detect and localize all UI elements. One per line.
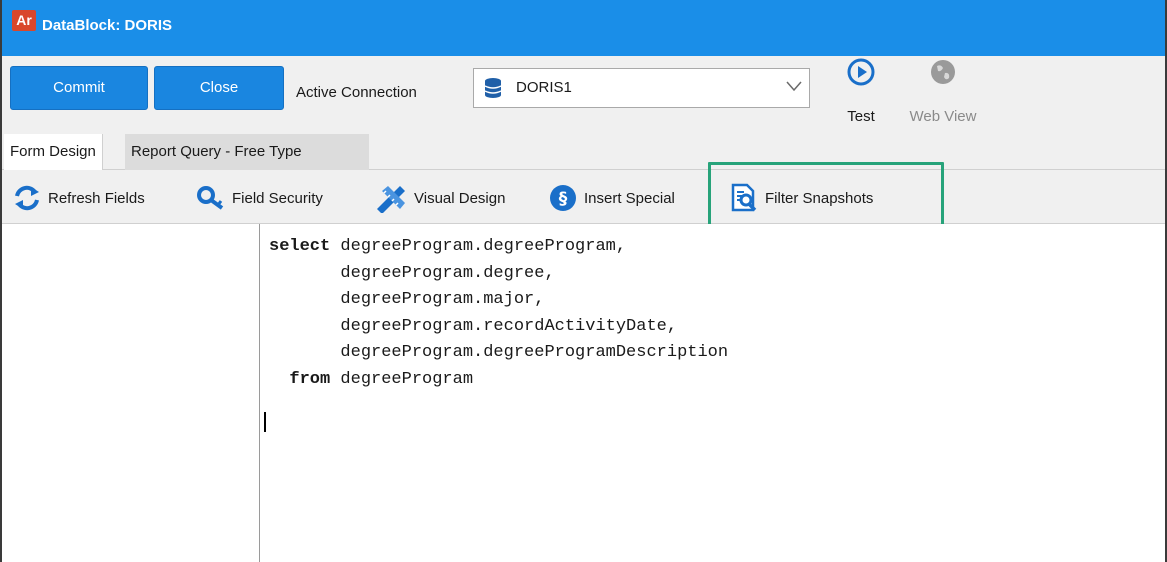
connection-value: DORIS1 [516,79,572,96]
title-bar: Ar DataBlock: DORIS [2,0,1165,56]
close-button[interactable]: Close [154,66,284,110]
code-line: degreeProgram.major, [269,290,545,309]
refresh-icon [15,185,39,211]
active-connection-label: Active Connection [296,84,417,101]
insert-special-label: Insert Special [584,189,675,207]
sql-code: select degreeProgram.degreeProgram, degr… [269,234,728,393]
text-caret [264,412,266,432]
chevron-down-icon [786,81,802,92]
database-icon [484,78,502,98]
code-line: degreeProgram.degreeProgramDescription [269,343,729,362]
tab-report-query-free-type[interactable]: Report Query - Free Type [125,134,369,170]
main-toolbar: Commit Close Active Connection DORIS1 Te… [2,56,1165,134]
insert-special-button[interactable]: § Insert Special [548,184,708,212]
window-title: DataBlock: DORIS [42,17,173,34]
tab-form-design[interactable]: Form Design [4,134,103,170]
design-tools-icon [377,186,405,213]
web-view-button[interactable]: Web View [908,58,978,130]
query-toolbar: Refresh Fields Field Security Visual Des… [2,170,1165,224]
tab-bar: Form Design Report Query - Free Type [2,134,1165,170]
play-circle-icon [847,58,875,86]
key-search-icon [197,186,224,210]
code-line: degreeProgram.degree, [269,263,555,283]
svg-text:§: § [559,189,568,209]
test-button[interactable]: Test [838,58,884,130]
section-sign-icon: § [550,185,576,211]
app-logo: Ar [12,10,36,31]
code-line: select degreeProgram.degreeProgram, [269,237,627,256]
content-area: select degreeProgram.degreeProgram, degr… [2,224,1165,562]
field-security-label: Field Security [232,189,323,207]
commit-button[interactable]: Commit [10,66,148,110]
refresh-fields-label: Refresh Fields [48,189,145,207]
refresh-fields-button[interactable]: Refresh Fields [12,184,145,212]
highlight-annotation [708,162,944,228]
sql-editor[interactable]: select degreeProgram.degreeProgram, degr… [261,224,1165,562]
code-line: degreeProgram.recordActivityDate, [269,316,678,336]
test-label: Test [847,108,875,125]
web-view-label: Web View [909,108,977,125]
visual-design-label: Visual Design [414,189,506,207]
globe-icon [931,60,955,84]
code-line: from degreeProgram [269,369,474,389]
fields-pane [2,224,260,562]
field-security-button[interactable]: Field Security [196,184,323,212]
datablock-window: Ar DataBlock: DORIS Commit Close Active … [0,0,1167,562]
visual-design-button[interactable]: Visual Design [374,184,506,213]
connection-select[interactable]: DORIS1 [473,68,810,108]
